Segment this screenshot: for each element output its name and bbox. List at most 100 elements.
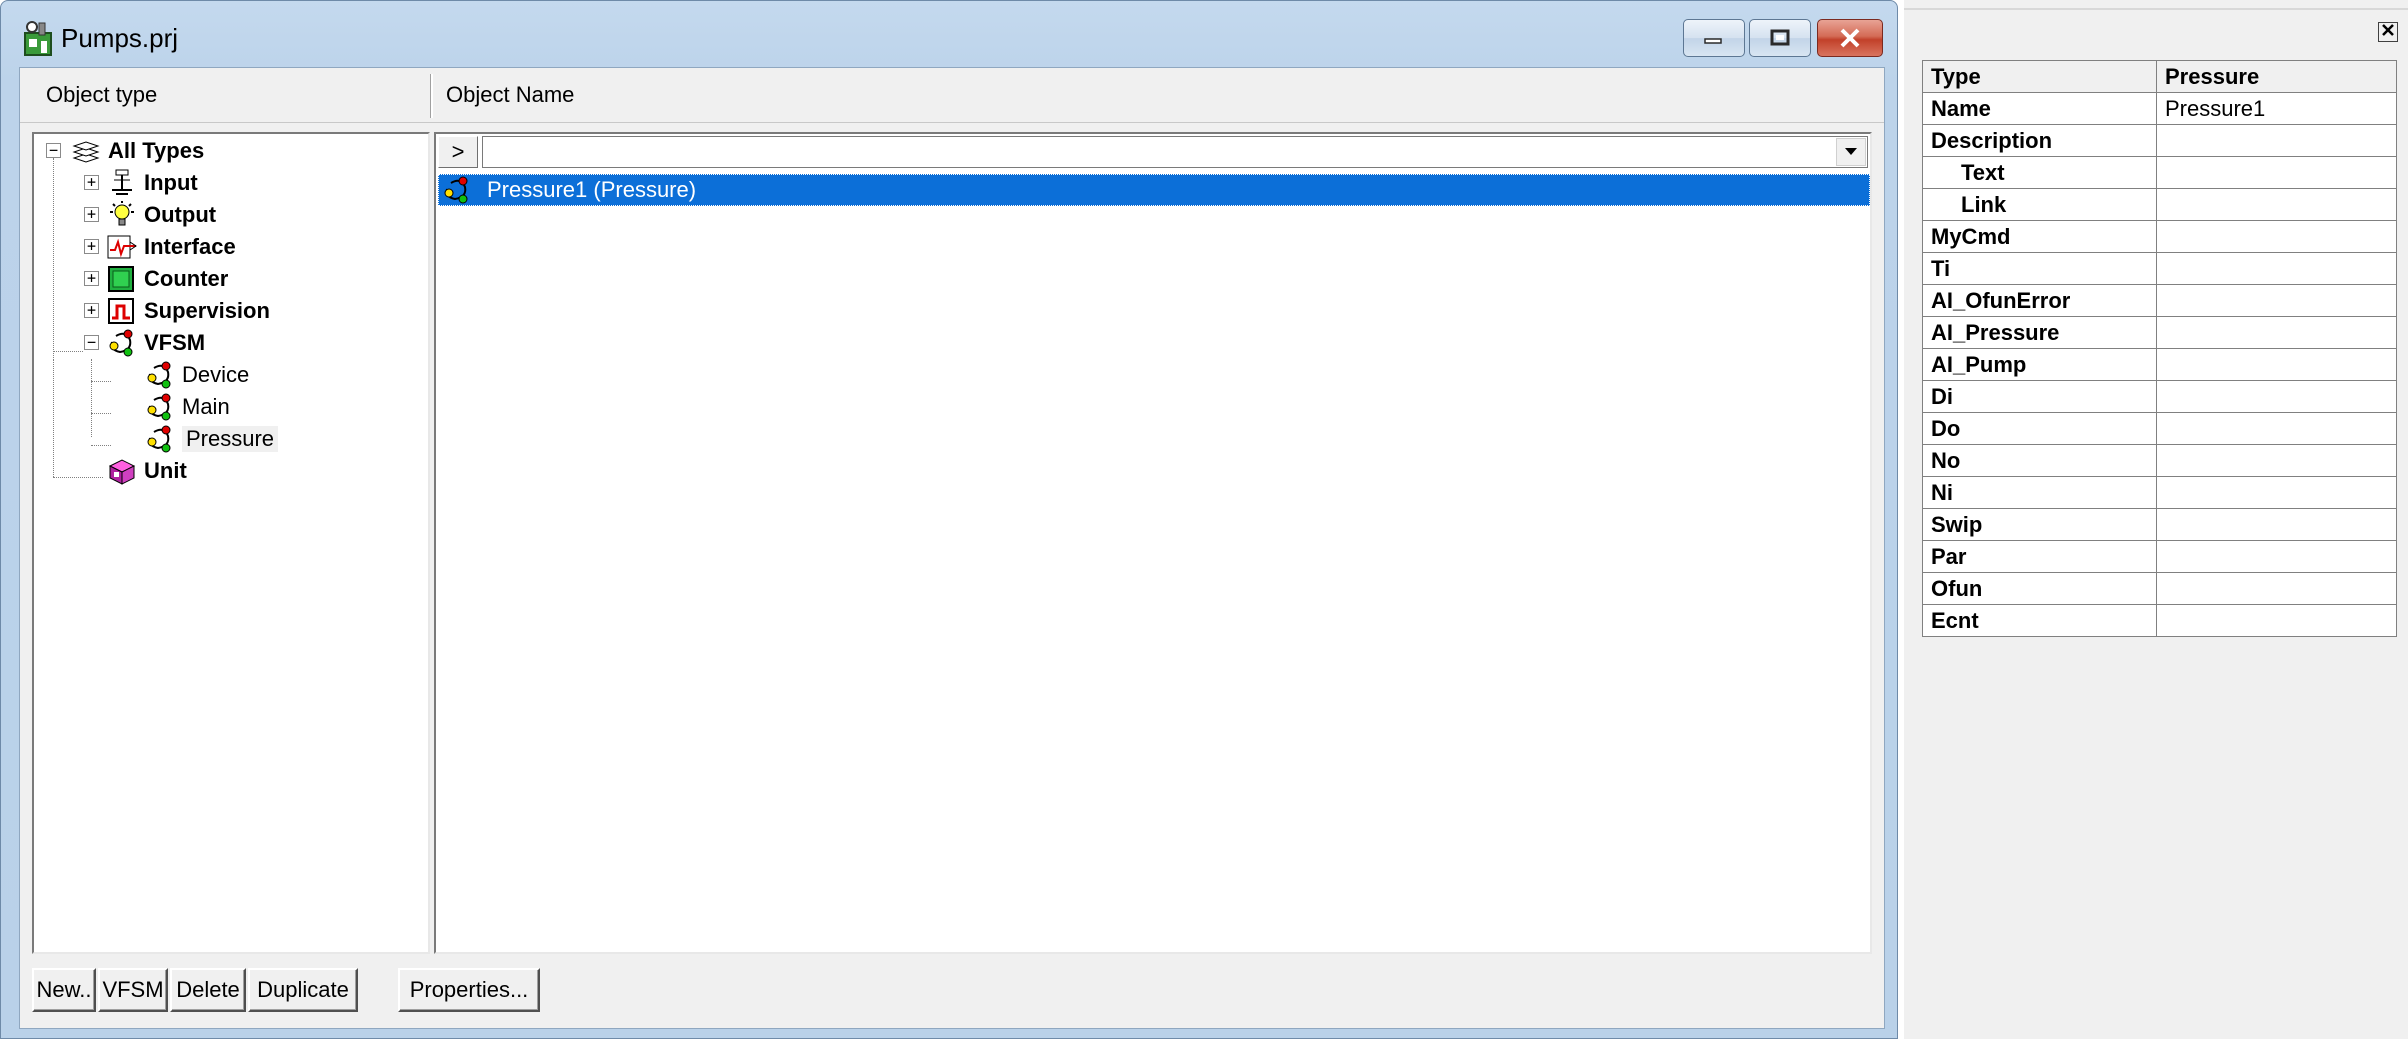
tree-item-pressure[interactable]: Pressure bbox=[144, 424, 279, 454]
property-key: Di bbox=[1922, 380, 2157, 413]
light-bulb-icon bbox=[110, 201, 134, 226]
tree-item-supervision[interactable]: Supervision bbox=[106, 296, 270, 326]
title-bar[interactable]: Pumps.prj bbox=[1, 1, 1897, 77]
property-row[interactable]: MyCmd bbox=[1922, 220, 2397, 253]
property-row[interactable]: AI_Pressure bbox=[1922, 316, 2397, 349]
property-value[interactable]: Pressure1 bbox=[2156, 92, 2397, 125]
column-splitter[interactable] bbox=[430, 74, 433, 118]
property-row[interactable]: Ecnt bbox=[1922, 604, 2397, 637]
property-value[interactable] bbox=[2156, 572, 2397, 605]
tree-item-all-types[interactable]: All Types bbox=[70, 136, 204, 166]
delete-button[interactable]: Delete bbox=[170, 968, 246, 1012]
tree-line bbox=[53, 351, 83, 352]
property-row[interactable]: Ni bbox=[1922, 476, 2397, 509]
tree-label: Unit bbox=[144, 458, 187, 483]
property-value[interactable] bbox=[2156, 220, 2397, 253]
property-row[interactable]: Link bbox=[1922, 188, 2397, 221]
restore-icon bbox=[1770, 29, 1790, 46]
property-value[interactable] bbox=[2156, 444, 2397, 477]
property-key: No bbox=[1922, 444, 2157, 477]
property-row[interactable]: Di bbox=[1922, 380, 2397, 413]
property-row[interactable]: AI_Pump bbox=[1922, 348, 2397, 381]
minimize-button[interactable] bbox=[1683, 19, 1745, 57]
expand-toggle[interactable]: + bbox=[84, 207, 99, 222]
tree-label: Interface bbox=[144, 234, 236, 259]
property-row[interactable]: No bbox=[1922, 444, 2397, 477]
property-value[interactable] bbox=[2156, 252, 2397, 285]
panel-close-button[interactable] bbox=[2378, 22, 2398, 42]
property-row[interactable]: AI_OfunError bbox=[1922, 284, 2397, 317]
property-value[interactable] bbox=[2156, 540, 2397, 573]
property-value[interactable] bbox=[2156, 476, 2397, 509]
expand-toggle[interactable]: + bbox=[84, 271, 99, 286]
window-title: Pumps.prj bbox=[61, 23, 179, 53]
tree-item-output[interactable]: Output bbox=[106, 200, 216, 230]
combo-dropdown-button[interactable] bbox=[1836, 138, 1866, 166]
property-value[interactable] bbox=[2156, 508, 2397, 541]
property-key: Link bbox=[1922, 188, 2157, 221]
properties-panel: Type Pressure Name Pressure1 Description … bbox=[1904, 0, 2408, 1039]
object-name-header: Object Name bbox=[446, 82, 575, 107]
expand-toggle[interactable]: + bbox=[84, 239, 99, 254]
properties-button[interactable]: Properties... bbox=[398, 968, 540, 1012]
property-value[interactable] bbox=[2156, 604, 2397, 637]
close-button[interactable] bbox=[1817, 19, 1883, 57]
property-value[interactable] bbox=[2156, 380, 2397, 413]
tree-item-input[interactable]: Input bbox=[106, 168, 198, 198]
property-row[interactable]: Ti bbox=[1922, 252, 2397, 285]
property-value[interactable] bbox=[2156, 124, 2397, 157]
object-type-tree[interactable]: − All Types + Input + Output + Interface bbox=[32, 132, 430, 954]
state-machine-icon bbox=[147, 361, 171, 389]
property-row[interactable]: Do bbox=[1922, 412, 2397, 445]
tree-label-selected: Pressure bbox=[182, 426, 279, 452]
supervision-icon bbox=[108, 298, 134, 324]
unit-icon bbox=[108, 459, 136, 485]
object-list[interactable]: > Pressure1 (Pressure) bbox=[434, 132, 1872, 954]
tree-item-unit[interactable]: Unit bbox=[106, 456, 187, 486]
new-button[interactable]: New.. bbox=[32, 968, 96, 1012]
close-icon bbox=[1840, 28, 1860, 48]
property-row[interactable]: Name Pressure1 bbox=[1922, 92, 2397, 125]
tree-item-vfsm[interactable]: VFSM bbox=[106, 328, 205, 358]
state-machine-icon bbox=[109, 329, 133, 357]
tree-item-main[interactable]: Main bbox=[144, 392, 230, 422]
list-item[interactable]: Pressure1 (Pressure) bbox=[438, 174, 1870, 206]
property-value[interactable] bbox=[2156, 412, 2397, 445]
property-value[interactable] bbox=[2156, 188, 2397, 221]
property-row[interactable]: Text bbox=[1922, 156, 2397, 189]
property-row[interactable]: Description bbox=[1922, 124, 2397, 157]
property-key: Ofun bbox=[1922, 572, 2157, 605]
collapse-toggle[interactable]: − bbox=[46, 143, 61, 158]
tree-label: Device bbox=[182, 362, 250, 387]
collapse-toggle[interactable]: − bbox=[84, 335, 99, 350]
tree-item-device[interactable]: Device bbox=[144, 360, 249, 390]
property-grid[interactable]: Type Pressure Name Pressure1 Description … bbox=[1922, 60, 2397, 637]
expand-toggle[interactable]: + bbox=[84, 303, 99, 318]
go-button[interactable]: > bbox=[438, 136, 478, 168]
all-types-icon bbox=[72, 141, 100, 163]
duplicate-button[interactable]: Duplicate bbox=[248, 968, 358, 1012]
counter-icon bbox=[108, 266, 134, 292]
property-value[interactable] bbox=[2156, 156, 2397, 189]
property-value[interactable] bbox=[2156, 284, 2397, 317]
tree-line bbox=[91, 381, 111, 382]
property-value[interactable] bbox=[2156, 348, 2397, 381]
property-row[interactable]: Par bbox=[1922, 540, 2397, 573]
project-icon bbox=[24, 21, 52, 56]
restore-button[interactable] bbox=[1749, 19, 1811, 57]
tree-label: VFSM bbox=[144, 330, 206, 355]
tree-line bbox=[53, 477, 103, 478]
property-key: Par bbox=[1922, 540, 2157, 573]
interface-icon bbox=[107, 235, 137, 259]
property-value[interactable] bbox=[2156, 316, 2397, 349]
tree-item-interface[interactable]: Interface bbox=[106, 232, 236, 262]
object-filter-combo[interactable] bbox=[482, 136, 1868, 168]
vfsm-button[interactable]: VFSM bbox=[98, 968, 168, 1012]
object-filter-input[interactable] bbox=[485, 139, 1829, 167]
client-area: Object type Object Name − All Types + In… bbox=[19, 67, 1885, 1029]
property-row[interactable]: Ofun bbox=[1922, 572, 2397, 605]
property-row[interactable]: Swip bbox=[1922, 508, 2397, 541]
tree-item-counter[interactable]: Counter bbox=[106, 264, 228, 294]
property-key: Do bbox=[1922, 412, 2157, 445]
expand-toggle[interactable]: + bbox=[84, 175, 99, 190]
